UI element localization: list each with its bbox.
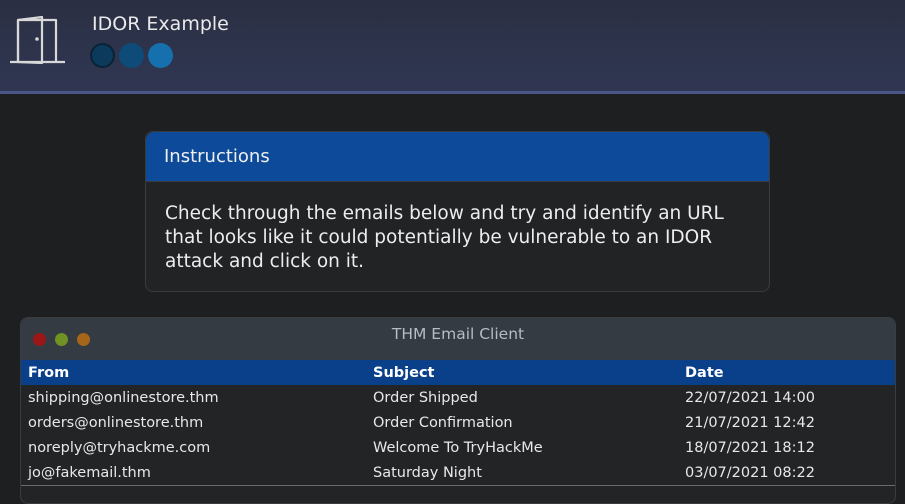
- app-title: IDOR Example: [92, 13, 229, 35]
- email-row[interactable]: orders@onlinestore.thm Order Confirmatio…: [21, 410, 895, 435]
- email-subject: Order Confirmation: [373, 414, 513, 431]
- email-from: shipping@onlinestore.thm: [28, 389, 219, 406]
- email-date: 03/07/2021 08:22: [685, 464, 815, 481]
- column-header-from: From: [21, 360, 366, 385]
- email-row[interactable]: noreply@tryhackme.com Welcome To TryHack…: [21, 435, 895, 460]
- indicator-dot: [119, 43, 144, 68]
- email-subject: Order Shipped: [373, 389, 478, 406]
- door-icon: [10, 16, 65, 64]
- email-subject: Saturday Night: [373, 464, 482, 481]
- email-date: 21/07/2021 12:42: [685, 414, 815, 431]
- table-header-row: From Subject Date: [21, 360, 895, 385]
- email-subject: Welcome To TryHackMe: [373, 439, 543, 456]
- email-row[interactable]: shipping@onlinestore.thm Order Shipped 2…: [21, 385, 895, 410]
- window-titlebar: THM Email Client: [21, 318, 895, 360]
- email-client-window: THM Email Client From Subject Date shipp…: [20, 317, 896, 504]
- column-header-subject: Subject: [366, 360, 678, 385]
- email-from: noreply@tryhackme.com: [28, 439, 211, 456]
- indicator-dot: [148, 43, 173, 68]
- indicator-dot: [90, 43, 115, 68]
- email-date: 22/07/2021 14:00: [685, 389, 815, 406]
- email-row[interactable]: jo@fakemail.thm Saturday Night 03/07/202…: [21, 460, 895, 486]
- window-title: THM Email Client: [391, 325, 525, 343]
- email-table: From Subject Date shipping@onlinestore.t…: [21, 360, 895, 486]
- email-from: jo@fakemail.thm: [28, 464, 151, 481]
- top-bar: IDOR Example: [0, 0, 905, 94]
- email-date: 18/07/2021 18:12: [685, 439, 815, 456]
- instructions-text: Check through the emails below and try a…: [165, 203, 724, 272]
- instructions-panel: Instructions Check through the emails be…: [145, 131, 770, 292]
- instructions-heading: Instructions: [146, 132, 769, 182]
- email-from: orders@onlinestore.thm: [28, 414, 204, 431]
- column-header-date: Date: [678, 360, 895, 385]
